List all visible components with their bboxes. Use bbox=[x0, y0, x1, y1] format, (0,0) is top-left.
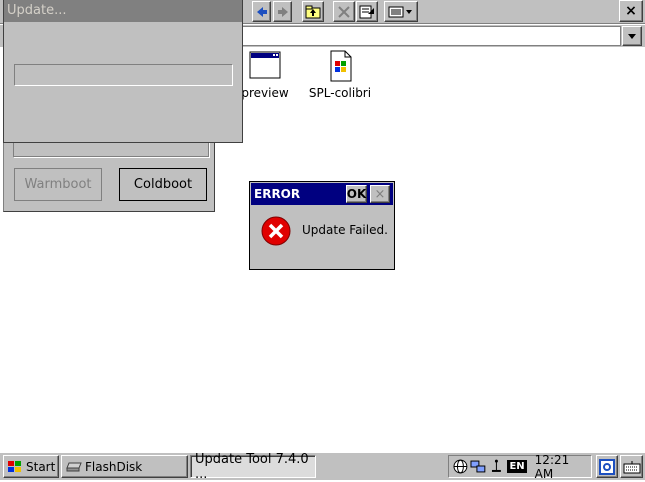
error-icon bbox=[261, 216, 291, 246]
delete-x-icon bbox=[338, 5, 350, 18]
drive-icon bbox=[66, 462, 82, 471]
address-dropdown-button[interactable] bbox=[622, 26, 642, 46]
system-tray: EN 12:21 AM bbox=[448, 453, 592, 481]
delete-button[interactable] bbox=[333, 1, 355, 22]
view-list-icon bbox=[388, 6, 412, 17]
explorer-close-button[interactable]: × bbox=[619, 0, 643, 22]
desktop-icon bbox=[599, 458, 615, 475]
up-folder-icon bbox=[305, 5, 321, 18]
update-progress-bar bbox=[14, 64, 233, 86]
network-icon[interactable] bbox=[470, 459, 487, 474]
error-message: Update Failed. bbox=[302, 223, 388, 237]
address-input[interactable] bbox=[240, 26, 621, 46]
forward-button[interactable] bbox=[273, 1, 292, 22]
taskbar-item-flashdisk[interactable]: FlashDisk bbox=[61, 455, 188, 478]
task-label: FlashDisk bbox=[85, 459, 143, 474]
chevron-down-icon bbox=[628, 33, 636, 39]
error-ok-button[interactable]: OK bbox=[346, 185, 367, 203]
error-dialog: ERROR OK × Update Failed. bbox=[249, 181, 395, 270]
back-arrow-icon bbox=[256, 6, 267, 17]
view-menu-button[interactable] bbox=[384, 1, 418, 22]
up-folder-button[interactable] bbox=[302, 1, 324, 22]
warmboot-button[interactable]: Warmboot bbox=[14, 168, 102, 201]
error-close-button[interactable]: × bbox=[370, 185, 390, 203]
coldboot-button[interactable]: Coldboot bbox=[119, 168, 207, 201]
taskbar-item-update-tool[interactable]: Update Tool 7.4.0 ... bbox=[190, 452, 316, 482]
language-indicator[interactable]: EN bbox=[507, 460, 527, 473]
file-name: SPL-colibri bbox=[308, 86, 372, 100]
windows-file-icon bbox=[330, 50, 352, 82]
taskbar: Start FlashDisk Update Tool 7.4.0 ... EN… bbox=[0, 452, 645, 482]
update-window-title: Update... bbox=[4, 0, 242, 22]
forward-arrow-icon bbox=[277, 6, 288, 17]
input-panel-button[interactable] bbox=[620, 455, 643, 478]
clock[interactable]: 12:21 AM bbox=[535, 453, 591, 481]
properties-button[interactable] bbox=[356, 1, 378, 22]
back-button[interactable] bbox=[252, 1, 271, 22]
start-label: Start bbox=[26, 459, 56, 474]
update-window: Update... bbox=[3, 0, 243, 143]
windows-logo-icon bbox=[8, 460, 21, 472]
file-item-spl-colibri[interactable]: SPL-colibri bbox=[295, 50, 385, 100]
start-button[interactable]: Start bbox=[3, 455, 59, 478]
window-icon bbox=[249, 51, 281, 79]
task-label: Update Tool 7.4.0 ... bbox=[195, 451, 309, 482]
globe-icon[interactable] bbox=[453, 459, 468, 474]
properties-icon bbox=[359, 5, 374, 18]
show-desktop-button[interactable] bbox=[596, 455, 618, 478]
usb-icon[interactable] bbox=[489, 459, 504, 474]
keyboard-icon bbox=[623, 460, 640, 473]
